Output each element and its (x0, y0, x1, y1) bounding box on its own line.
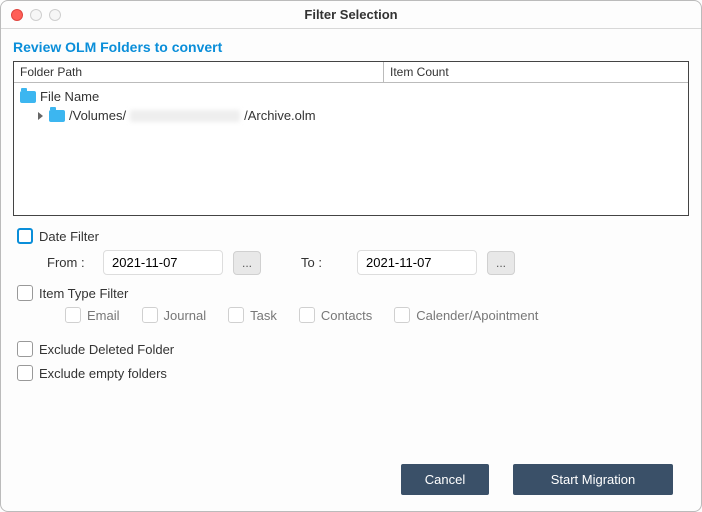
column-item-count[interactable]: Item Count (384, 62, 688, 82)
from-date-picker-button[interactable]: ... (233, 251, 261, 275)
maximize-icon[interactable] (49, 9, 61, 21)
item-type-options: Email Journal Task Contacts Calender/Apo… (65, 307, 685, 323)
window-controls (11, 9, 61, 21)
tree-root-row[interactable]: File Name (16, 87, 686, 106)
exclude-deleted-row: Exclude Deleted Folder (17, 341, 685, 357)
exclude-deleted-checkbox[interactable] (17, 341, 33, 357)
task-checkbox (228, 307, 244, 323)
item-type-email: Email (65, 307, 120, 323)
date-filter-row: Date Filter (17, 228, 685, 244)
folder-icon (49, 110, 65, 122)
item-type-task: Task (228, 307, 277, 323)
column-folder-path[interactable]: Folder Path (14, 62, 384, 82)
path-redacted (130, 110, 240, 122)
date-filter-checkbox[interactable] (17, 228, 33, 244)
item-type-calendar: Calender/Apointment (394, 307, 538, 323)
to-date-input[interactable] (357, 250, 477, 275)
exclude-deleted-label: Exclude Deleted Folder (39, 342, 174, 357)
exclude-empty-row: Exclude empty folders (17, 365, 685, 381)
start-migration-button[interactable]: Start Migration (513, 464, 673, 495)
window-title: Filter Selection (1, 7, 701, 22)
tree-child-row[interactable]: /Volumes/ /Archive.olm (16, 106, 686, 125)
email-label: Email (87, 308, 120, 323)
exclude-empty-checkbox[interactable] (17, 365, 33, 381)
from-label: From : (47, 255, 93, 270)
review-heading: Review OLM Folders to convert (13, 39, 689, 55)
calendar-checkbox (394, 307, 410, 323)
from-date-input[interactable] (103, 250, 223, 275)
calendar-label: Calender/Apointment (416, 308, 538, 323)
cancel-button[interactable]: Cancel (401, 464, 489, 495)
email-checkbox (65, 307, 81, 323)
contacts-label: Contacts (321, 308, 372, 323)
task-label: Task (250, 308, 277, 323)
item-type-filter-row: Item Type Filter (17, 285, 685, 301)
date-range-row: From : ... To : ... (47, 250, 685, 275)
close-icon[interactable] (11, 9, 23, 21)
tree-root-label: File Name (40, 89, 99, 104)
item-type-filter-checkbox[interactable] (17, 285, 33, 301)
date-filter-label: Date Filter (39, 229, 99, 244)
exclude-empty-label: Exclude empty folders (39, 366, 167, 381)
journal-label: Journal (164, 308, 207, 323)
contacts-checkbox (299, 307, 315, 323)
to-date-picker-button[interactable]: ... (487, 251, 515, 275)
button-bar: Cancel Start Migration (401, 464, 673, 495)
path-prefix: /Volumes/ (69, 108, 126, 123)
item-type-filter-label: Item Type Filter (39, 286, 128, 301)
titlebar: Filter Selection (1, 1, 701, 29)
folder-icon (20, 91, 36, 103)
journal-checkbox (142, 307, 158, 323)
item-type-contacts: Contacts (299, 307, 372, 323)
path-suffix: /Archive.olm (244, 108, 316, 123)
item-type-journal: Journal (142, 307, 207, 323)
minimize-icon[interactable] (30, 9, 42, 21)
to-label: To : (301, 255, 347, 270)
folder-table: Folder Path Item Count File Name /Volume… (13, 61, 689, 216)
chevron-right-icon[interactable] (38, 112, 43, 120)
table-header: Folder Path Item Count (14, 62, 688, 83)
